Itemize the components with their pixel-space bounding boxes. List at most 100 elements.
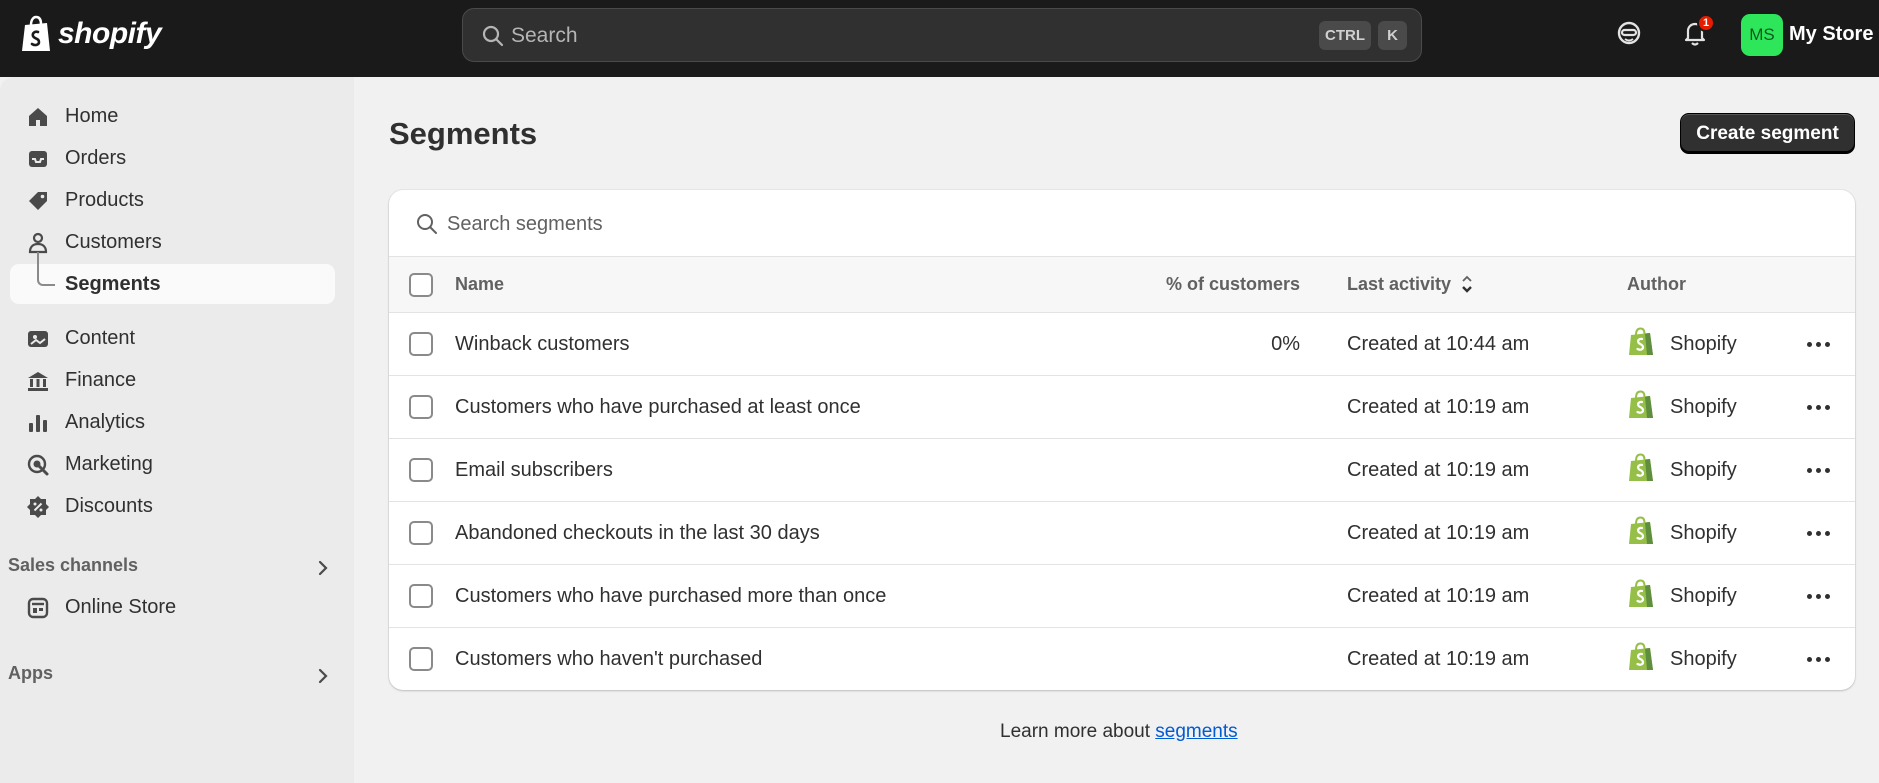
sidebar-item-label: Content	[65, 326, 136, 349]
sidebar-item-orders[interactable]: Orders	[10, 138, 335, 178]
shopify-bag-icon	[1629, 642, 1653, 670]
segment-author: Shopify	[1670, 648, 1737, 670]
sidebar-item-segments[interactable]: Segments	[10, 252, 335, 304]
search-placeholder: Search	[511, 24, 578, 47]
shopify-bag-icon	[1629, 327, 1653, 355]
dot	[1824, 593, 1830, 599]
segment-name[interactable]: Winback customers	[455, 333, 630, 356]
column-pct-customers[interactable]: % of customers	[1166, 274, 1300, 295]
row-checkbox[interactable]	[409, 458, 433, 482]
logo-text: shopify	[58, 17, 162, 50]
shopify-logo[interactable]: shopify	[20, 14, 162, 54]
search-icon	[417, 214, 437, 234]
sidebar-item-content[interactable]: Content	[10, 318, 335, 358]
segment-last-activity: Created at 10:19 am	[1347, 396, 1530, 418]
table-row[interactable]: Customers who have purchased more than o…	[389, 565, 1855, 628]
dot	[1806, 341, 1812, 347]
segment-author: Shopify	[1670, 522, 1737, 544]
more-actions-button[interactable]	[1803, 394, 1833, 420]
footer-text: Learn more about	[1000, 721, 1156, 742]
sidebar-item-home[interactable]: Home	[10, 96, 335, 136]
sidebar-item-label: Marketing	[65, 452, 153, 475]
table-row[interactable]: Customers who have purchased at least on…	[389, 376, 1855, 439]
global-search[interactable]: Search CTRL K	[462, 8, 1422, 62]
image-icon	[28, 331, 48, 347]
shopify-bag-icon	[22, 15, 50, 51]
tag-icon	[29, 192, 47, 210]
dot	[1815, 656, 1821, 662]
column-name[interactable]: Name	[455, 274, 504, 295]
more-actions-button[interactable]	[1803, 520, 1833, 546]
segment-last-activity: Created at 10:19 am	[1347, 648, 1530, 670]
sidebar-item-label: Finance	[65, 368, 137, 391]
chevron-right-icon	[318, 560, 328, 576]
dot	[1815, 530, 1821, 536]
row-checkbox[interactable]	[409, 395, 433, 419]
sidebar: Home Orders Products Customers Segments …	[0, 77, 354, 783]
sidebar-item-label: Customers	[65, 230, 162, 253]
dot	[1824, 530, 1830, 536]
column-last-activity[interactable]: Last activity	[1347, 274, 1474, 295]
apps-header[interactable]: Apps	[8, 660, 338, 690]
segment-name[interactable]: Customers who have purchased more than o…	[455, 585, 886, 608]
dot	[1806, 404, 1812, 410]
more-actions-button[interactable]	[1803, 457, 1833, 483]
page-title: Segments	[389, 116, 538, 151]
storefront-icon	[27, 597, 49, 619]
learn-more-footer: Learn more about segments	[1000, 721, 1238, 743]
sidebar-item-label: Products	[65, 188, 144, 211]
shopify-bag-icon	[1629, 453, 1653, 481]
sort-icon	[1462, 275, 1472, 293]
shortcut-ctrl-key: CTRL	[1319, 21, 1371, 50]
sidebar-item-marketing[interactable]: Marketing	[10, 444, 335, 484]
column-author[interactable]: Author	[1627, 274, 1686, 295]
row-checkbox[interactable]	[409, 521, 433, 545]
segment-name[interactable]: Customers who haven't purchased	[455, 648, 762, 671]
segments-search-bar	[389, 190, 1855, 257]
row-checkbox[interactable]	[409, 584, 433, 608]
sidebar-item-label: Segments	[65, 272, 161, 295]
table-row[interactable]: Email subscribers Created at 10:19 am Sh…	[389, 439, 1855, 502]
sidebar-item-analytics[interactable]: Analytics	[10, 402, 335, 442]
more-actions-button[interactable]	[1803, 583, 1833, 609]
sidebar-item-finance[interactable]: Finance	[10, 360, 335, 400]
segment-name[interactable]: Email subscribers	[455, 459, 613, 482]
dot	[1806, 467, 1812, 473]
table-row[interactable]: Winback customers 0% Created at 10:44 am…	[389, 313, 1855, 376]
table-row[interactable]: Customers who haven't purchased Created …	[389, 628, 1855, 690]
sidekick-icon[interactable]	[1614, 18, 1644, 48]
row-checkbox[interactable]	[409, 332, 433, 356]
discount-icon	[27, 496, 49, 518]
sidebar-item-label: Home	[65, 104, 119, 127]
home-icon	[29, 108, 47, 126]
shopify-bag-icon	[1629, 579, 1653, 607]
segment-name[interactable]: Customers who have purchased at least on…	[455, 396, 861, 419]
shopify-bag-icon	[1629, 390, 1653, 418]
dot	[1815, 593, 1821, 599]
sidebar-item-discounts[interactable]: Discounts	[10, 486, 335, 526]
sidebar-item-products[interactable]: Products	[10, 180, 335, 220]
table-header: Name % of customers Last activity Author	[389, 257, 1855, 313]
segments-search-input[interactable]	[447, 209, 1047, 239]
segment-pct: 0%	[1271, 333, 1300, 355]
segment-last-activity: Created at 10:19 am	[1347, 585, 1530, 607]
store-name[interactable]: My Store	[1789, 23, 1873, 46]
shortcut-k-key: K	[1378, 21, 1407, 50]
segment-last-activity: Created at 10:19 am	[1347, 522, 1530, 544]
more-actions-button[interactable]	[1803, 646, 1833, 672]
create-segment-button[interactable]: Create segment	[1680, 113, 1855, 154]
row-checkbox[interactable]	[409, 647, 433, 671]
select-all-checkbox[interactable]	[409, 273, 433, 297]
segment-last-activity: Created at 10:44 am	[1347, 333, 1530, 355]
sidebar-item-customers[interactable]: Customers	[10, 222, 335, 262]
dot	[1806, 530, 1812, 536]
dot	[1815, 404, 1821, 410]
table-row[interactable]: Abandoned checkouts in the last 30 days …	[389, 502, 1855, 565]
segment-name[interactable]: Abandoned checkouts in the last 30 days	[455, 522, 820, 545]
avatar[interactable]: MS	[1741, 14, 1783, 56]
segments-help-link[interactable]: segments	[1155, 721, 1237, 742]
shopify-bag-icon	[1629, 516, 1653, 544]
more-actions-button[interactable]	[1803, 331, 1833, 357]
sidebar-item-online-store[interactable]: Online Store	[10, 587, 335, 627]
sales-channels-header[interactable]: Sales channels	[8, 552, 338, 582]
